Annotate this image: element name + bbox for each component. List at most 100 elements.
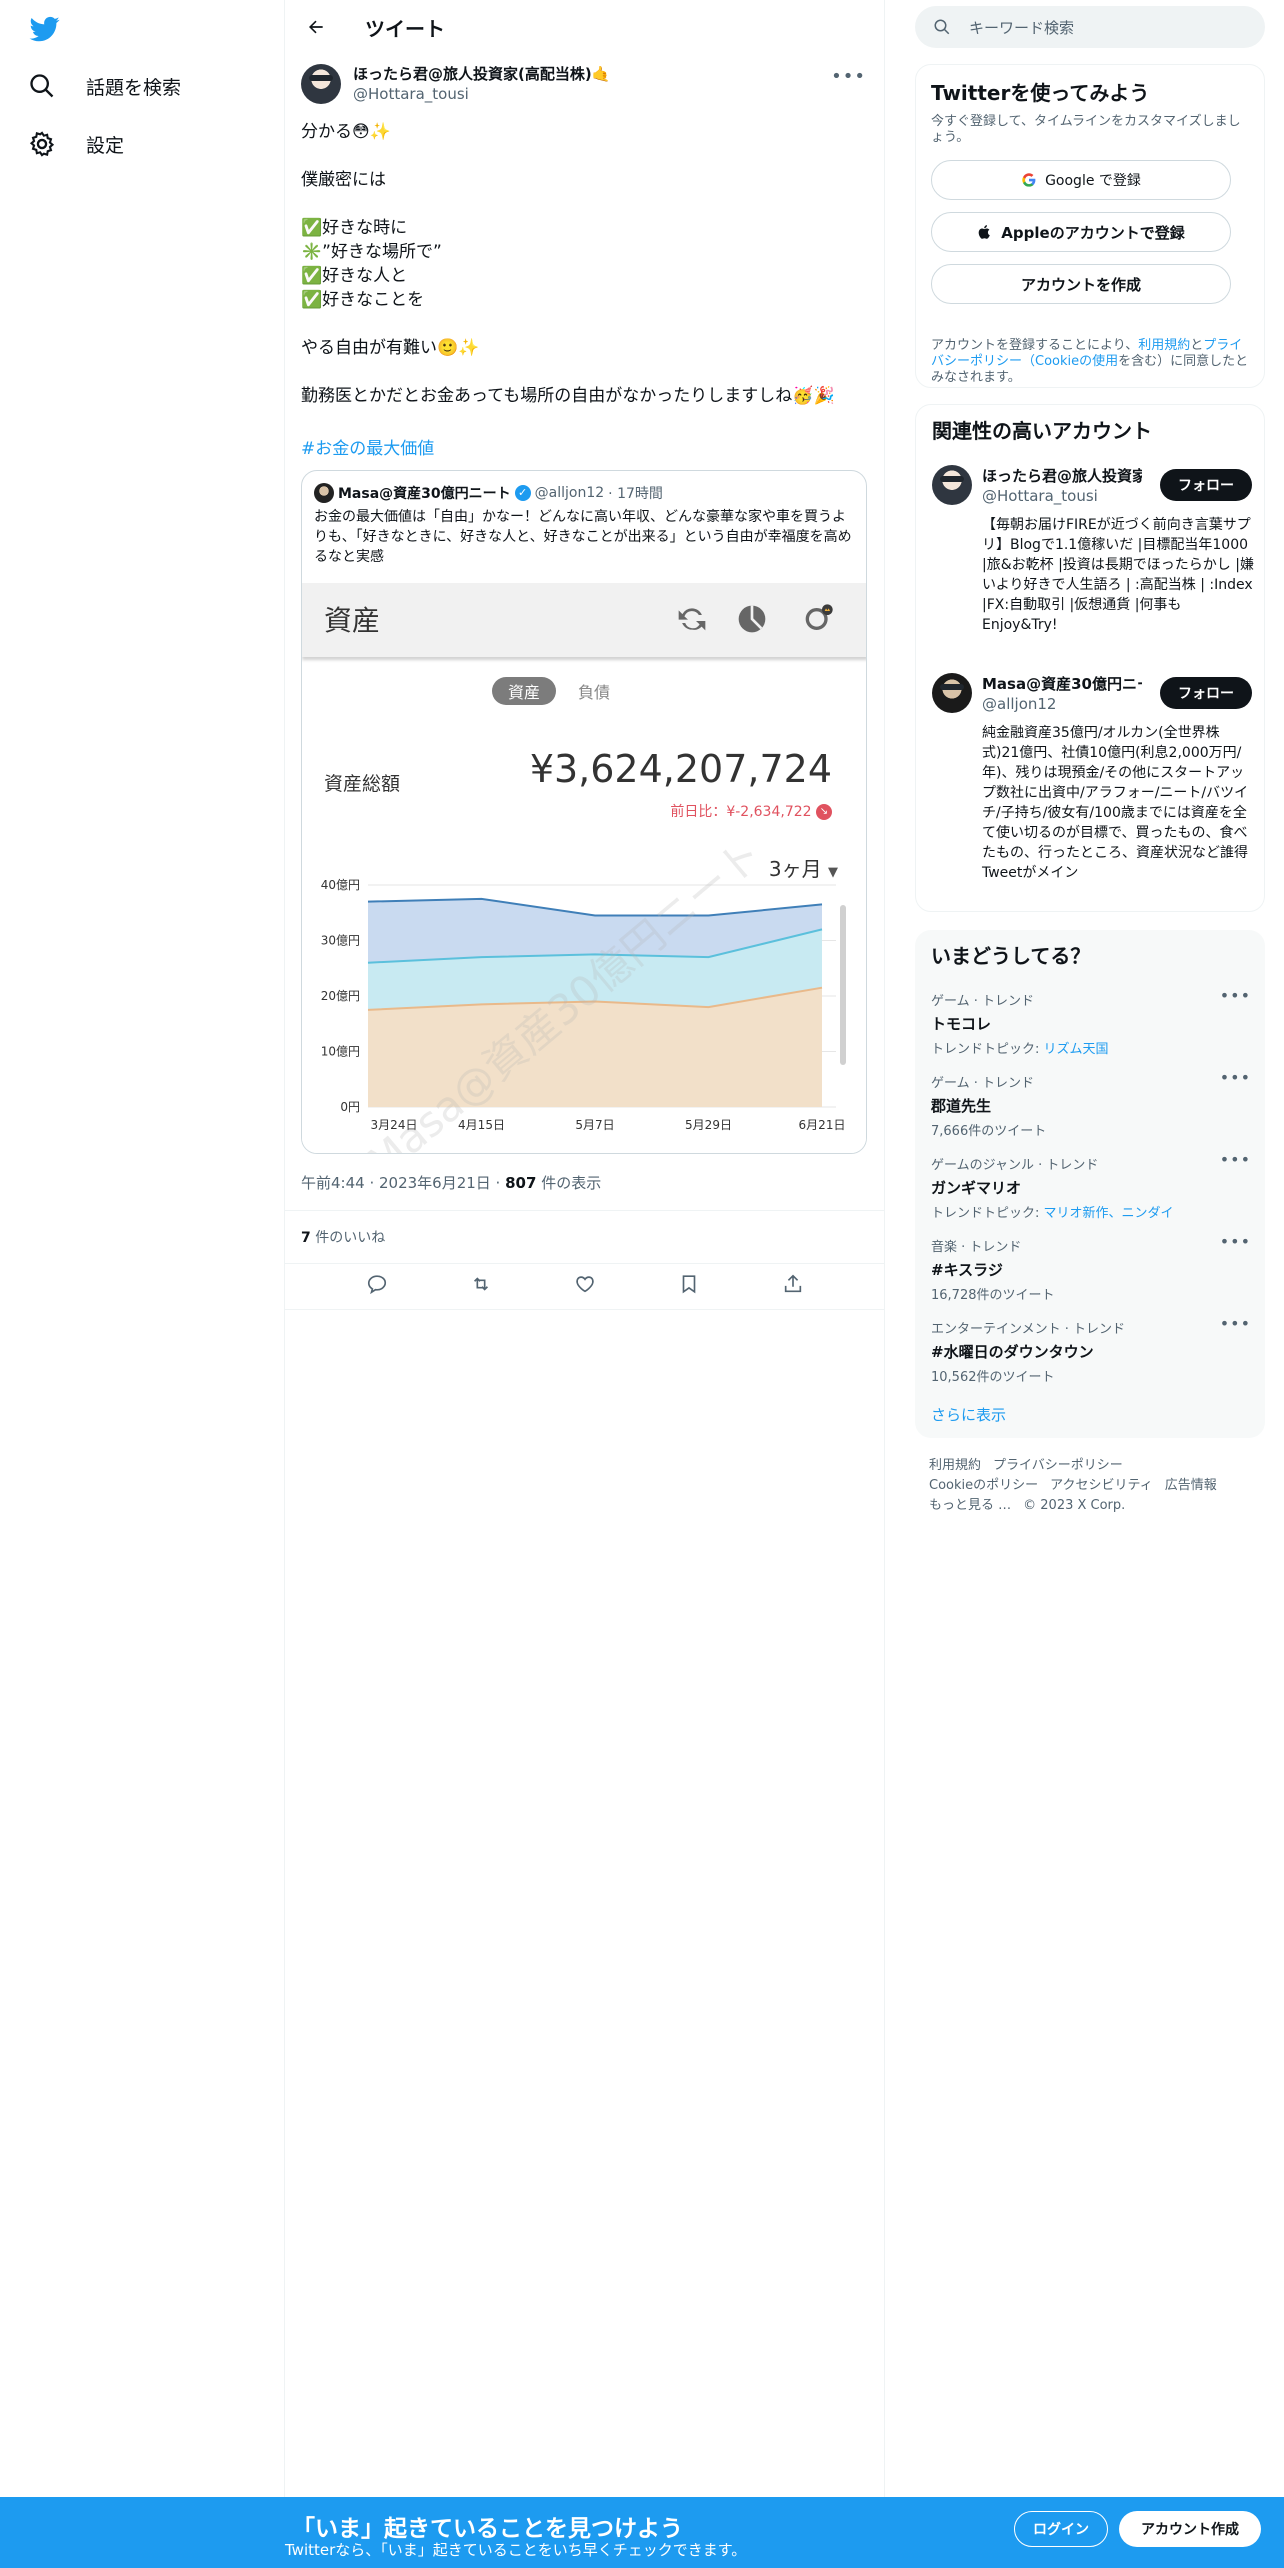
related-account-handle: @alljon12 bbox=[982, 695, 1057, 713]
chart-scrollbar[interactable] bbox=[840, 905, 846, 1065]
search-box[interactable]: キーワード検索 bbox=[915, 6, 1265, 48]
google-signup-button[interactable]: Google で登録 bbox=[931, 160, 1231, 200]
x-tick-label: 5月7日 bbox=[575, 1118, 614, 1132]
tweet-hashtag[interactable]: #お金の最大価値 bbox=[301, 434, 434, 459]
search-input[interactable]: キーワード検索 bbox=[969, 17, 1074, 38]
related-account-handle: @Hottara_tousi bbox=[982, 487, 1098, 505]
cookie-link[interactable]: （Cookieの使用 bbox=[1022, 354, 1118, 369]
login-button[interactable]: ログイン bbox=[1014, 2511, 1108, 2547]
more-options-icon[interactable]: ••• bbox=[1220, 1150, 1251, 1169]
trend-sub-link[interactable]: リズム天国 bbox=[1044, 1042, 1109, 1057]
related-account-name[interactable]: ほったら君@旅人投資家(高配当株) bbox=[982, 465, 1142, 486]
tab-assets[interactable]: 資産 bbox=[492, 677, 557, 705]
trend-item[interactable]: ゲーム · トレンド トモコレ トレンドトピック: リズム天国 ••• bbox=[931, 986, 1251, 1057]
quoted-tweet[interactable]: Masa@資産30億円ニート ✓ @alljon12 · 17時間 お金の最大価… bbox=[301, 470, 867, 1154]
trend-name: #キスラジ bbox=[931, 1261, 1003, 1279]
views-label: 件の表示 bbox=[536, 1174, 602, 1192]
signup-subtitle: 今すぐ登録して、タイムラインをカスタマイズしましょう。 bbox=[931, 114, 1241, 145]
bottom-headline: 「いま」起きていることを見つけよう bbox=[292, 2516, 683, 2542]
quote-time: · 17時間 bbox=[608, 486, 663, 502]
more-options-icon[interactable]: ••• bbox=[1220, 1314, 1251, 1333]
copyright: © 2023 X Corp. bbox=[1023, 1498, 1126, 1513]
apple-signup-button[interactable]: Appleのアカウントで登録 bbox=[931, 212, 1231, 252]
tab-liabilities[interactable]: 負債 bbox=[578, 677, 610, 705]
twitter-bird-logo-icon[interactable] bbox=[28, 14, 62, 44]
more-options-icon[interactable]: ••• bbox=[831, 66, 866, 87]
trend-name: ガンギマリオ bbox=[931, 1179, 1022, 1197]
trend-item[interactable]: 音楽 · トレンド #キスラジ 16,728件のツイート ••• bbox=[931, 1232, 1251, 1303]
trend-item[interactable]: ゲーム · トレンド 郡道先生 7,666件のツイート ••• bbox=[931, 1068, 1251, 1139]
trend-sub: 7,666件のツイート bbox=[931, 1124, 1047, 1139]
retweet-icon bbox=[473, 1276, 489, 1291]
legal-and: と bbox=[1190, 338, 1204, 353]
legal-text-1: アカウントを登録することにより、 bbox=[931, 338, 1139, 353]
trend-context: ゲーム · トレンド bbox=[931, 1076, 1035, 1091]
author-handle[interactable]: @Hottara_tousi bbox=[353, 84, 610, 104]
related-account[interactable]: ほったら君@旅人投資家(高配当株) @Hottara_tousi フォロー 【毎… bbox=[932, 465, 1254, 633]
create-account-button[interactable]: アカウントを作成 bbox=[931, 264, 1231, 304]
y-tick-label: 10億円 bbox=[321, 1045, 360, 1059]
app-title: 資産 bbox=[324, 604, 381, 637]
trend-name: 郡道先生 bbox=[931, 1097, 992, 1115]
related-account-name[interactable]: Masa@資産30億円ニート bbox=[982, 673, 1142, 694]
reply-button[interactable] bbox=[366, 1273, 388, 1299]
follow-button[interactable]: フォロー bbox=[1160, 677, 1252, 709]
arrow-left-icon bbox=[309, 20, 323, 34]
footer-link[interactable]: プライバシーポリシー bbox=[993, 1458, 1123, 1473]
quote-display-name: Masa@資産30億円ニート bbox=[338, 486, 511, 502]
follow-button[interactable]: フォロー bbox=[1160, 469, 1252, 501]
tweet-time[interactable]: 午前4:44 · 2023年6月21日 · bbox=[301, 1174, 505, 1192]
quote-avatar bbox=[314, 483, 334, 503]
y-tick-label: 40億円 bbox=[321, 878, 360, 892]
like-button[interactable] bbox=[574, 1273, 596, 1299]
nav-explore[interactable]: 話題を検索 bbox=[28, 72, 181, 100]
back-button[interactable] bbox=[301, 12, 331, 42]
tweet-author[interactable]: ほったら君@旅人投資家(高配当株)🤙 @Hottara_tousi bbox=[301, 64, 610, 104]
quote-image[interactable]: 資産 資産 負債 資産総額 ¥3,624,207,724 前日比：¥-2,634… bbox=[302, 583, 866, 1153]
search-icon bbox=[934, 19, 950, 35]
trends-card: いまどうしてる？ ゲーム · トレンド トモコレ トレンドトピック: リズム天国… bbox=[915, 930, 1265, 1438]
more-options-icon[interactable]: ••• bbox=[1220, 986, 1251, 1005]
author-display-name[interactable]: ほったら君@旅人投資家(高配当株)🤙 bbox=[353, 64, 610, 84]
trend-sub: トレンドトピック: リズム天国 bbox=[931, 1038, 1251, 1057]
trend-context: 音楽 · トレンド bbox=[931, 1240, 1022, 1255]
show-more-link[interactable]: さらに表示 bbox=[931, 1404, 1006, 1425]
nav-settings[interactable]: 設定 bbox=[28, 130, 124, 158]
signup-card: Twitterを使ってみよう 今すぐ登録して、タイムラインをカスタマイズしましょ… bbox=[915, 64, 1265, 388]
avatar[interactable] bbox=[932, 673, 972, 713]
nav-settings-label: 設定 bbox=[86, 134, 125, 157]
day-change: 前日比：¥-2,634,722 ↘ bbox=[670, 801, 832, 821]
pie-chart-icon bbox=[738, 605, 766, 633]
account-crown-icon bbox=[805, 604, 833, 630]
asset-debt-toggle[interactable]: 資産 負債 bbox=[492, 677, 610, 705]
trend-item[interactable]: ゲームのジャンル · トレンド ガンギマリオ トレンドトピック: マリオ新作、ニ… bbox=[931, 1150, 1251, 1221]
share-button[interactable] bbox=[782, 1273, 804, 1299]
refresh-icon bbox=[678, 608, 706, 631]
trend-sub-link[interactable]: マリオ新作、ニンダイ bbox=[1044, 1206, 1174, 1221]
bookmark-button[interactable] bbox=[678, 1273, 700, 1299]
footer-link[interactable]: アクセシビリティ bbox=[1050, 1478, 1153, 1493]
signup-button[interactable]: アカウント作成 bbox=[1119, 2511, 1261, 2547]
trend-context: ゲームのジャンル · トレンド bbox=[931, 1158, 1099, 1173]
footer-link[interactable]: 利用規約 bbox=[929, 1458, 981, 1473]
avatar[interactable] bbox=[932, 465, 972, 505]
likes-row[interactable]: 7 件のいいね bbox=[285, 1210, 885, 1264]
quote-header: Masa@資産30億円ニート ✓ @alljon12 · 17時間 bbox=[314, 483, 663, 503]
more-options-icon[interactable]: ••• bbox=[1220, 1068, 1251, 1087]
trend-item[interactable]: エンターテインメント · トレンド #水曜日のダウンタウン 10,562件のツイ… bbox=[931, 1314, 1251, 1385]
footer-link[interactable]: Cookieのポリシー bbox=[929, 1478, 1038, 1493]
terms-link[interactable]: 利用規約 bbox=[1138, 338, 1190, 353]
page-header: ツイート bbox=[285, 0, 884, 54]
google-icon bbox=[1022, 173, 1036, 187]
footer-links: 利用規約 プライバシーポリシー Cookieのポリシー アクセシビリティ 広告情報 も… bbox=[929, 1456, 1259, 1516]
quote-handle: @alljon12 bbox=[534, 485, 605, 501]
footer-link[interactable]: 広告情報 bbox=[1165, 1478, 1217, 1493]
trend-context: ゲーム · トレンド bbox=[931, 994, 1035, 1009]
avatar[interactable] bbox=[301, 64, 341, 104]
retweet-button[interactable] bbox=[470, 1273, 492, 1299]
related-account[interactable]: Masa@資産30億円ニート @alljon12 フォロー 純金融資産35億円/… bbox=[932, 673, 1252, 903]
gear-icon bbox=[29, 131, 55, 157]
create-account-label: アカウントを作成 bbox=[1020, 275, 1141, 294]
more-options-icon[interactable]: ••• bbox=[1220, 1232, 1251, 1251]
footer-link[interactable]: もっと見る … bbox=[929, 1498, 1011, 1513]
